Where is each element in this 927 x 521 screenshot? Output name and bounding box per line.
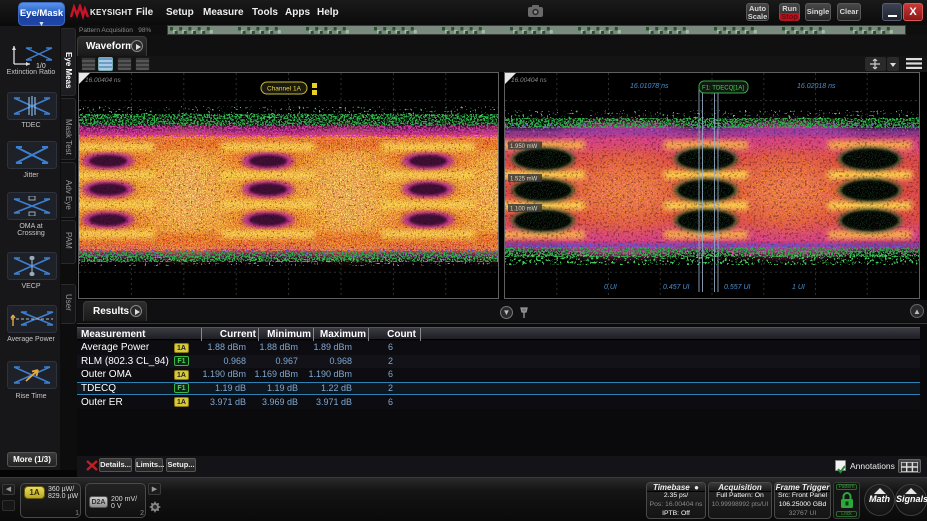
svg-text:F1: TDECQ[1A]: F1: TDECQ[1A] [702,86,744,92]
svg-text:Channel 1A: Channel 1A [267,86,302,93]
svg-text:16.00404 ns: 16.00404 ns [85,77,122,84]
svg-text:16.00404 ns: 16.00404 ns [511,77,548,84]
svg-text:1 UI: 1 UI [792,284,805,291]
svg-text:1.525 mW: 1.525 mW [510,177,538,183]
svg-text:16.01078 ns: 16.01078 ns [630,83,669,90]
svg-text:1.100 mW: 1.100 mW [510,207,538,213]
svg-text:0.557 UI: 0.557 UI [724,284,751,291]
svg-text:1.950 mW: 1.950 mW [510,144,538,150]
svg-text:0 UI: 0 UI [604,284,617,291]
svg-text:16.02018 ns: 16.02018 ns [797,83,836,90]
svg-text:0.457 UI: 0.457 UI [663,284,690,291]
